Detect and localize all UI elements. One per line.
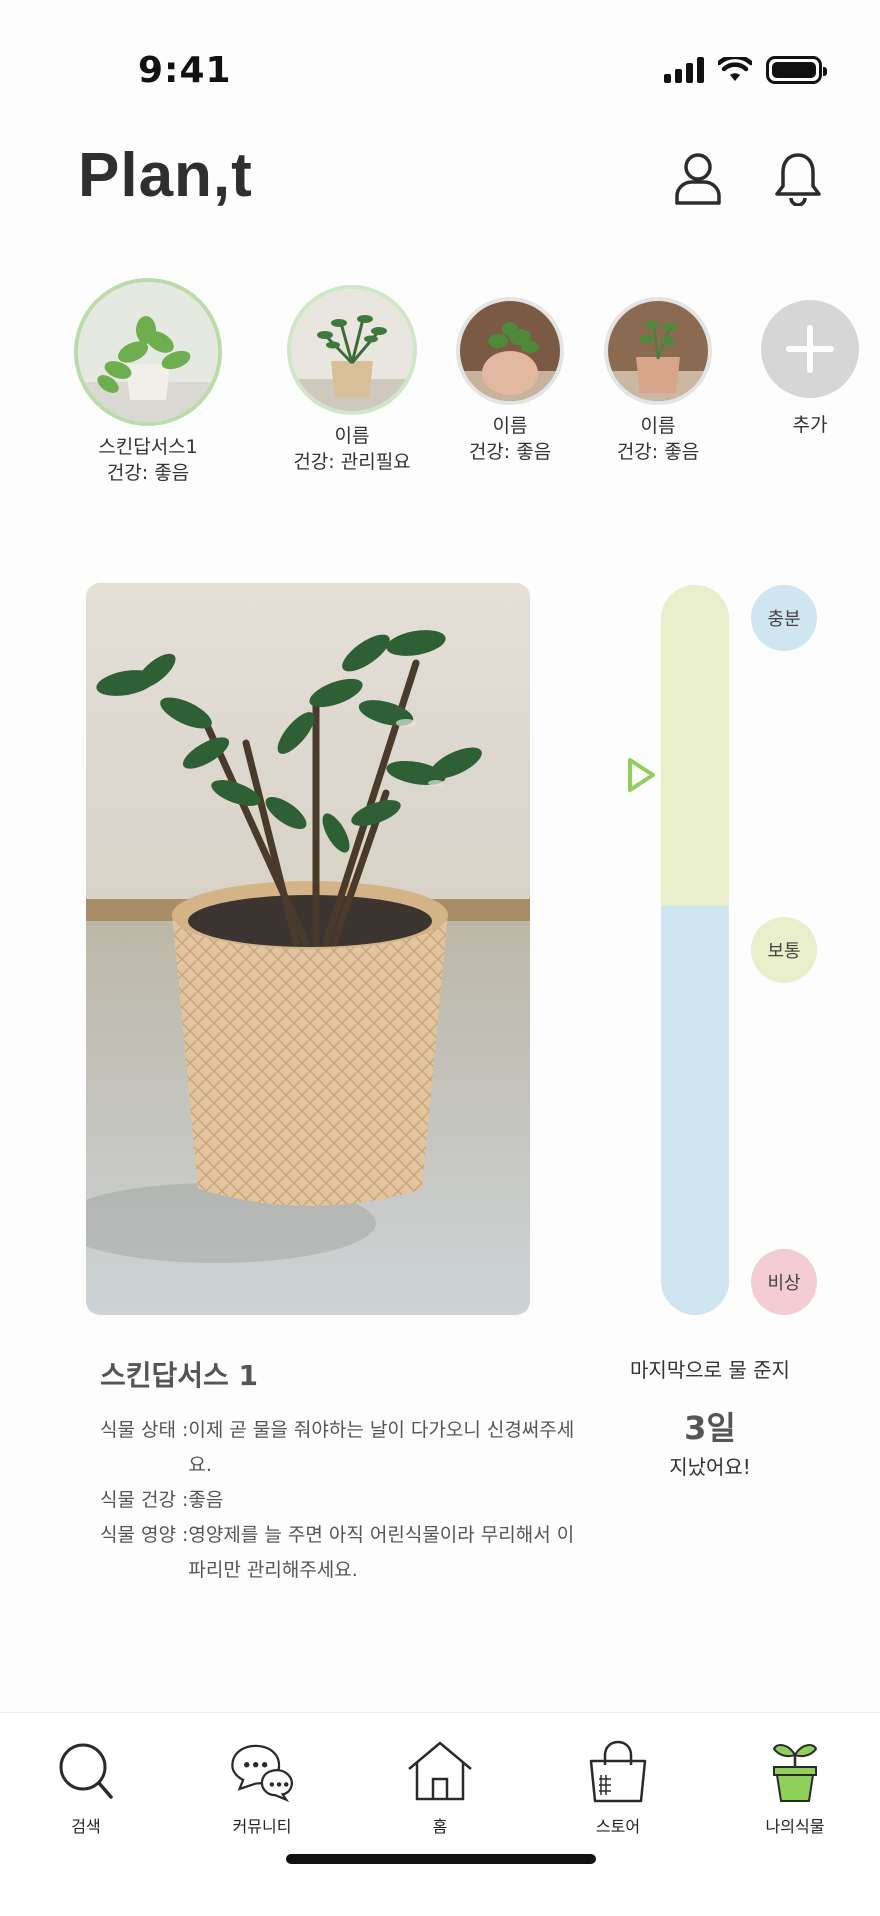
info-row-status: 식물 상태 : 이제 곧 물을 줘야하는 날이 다가오니 신경써주세요. xyxy=(100,1413,590,1483)
nav-label: 홈 xyxy=(432,1817,448,1836)
nav-home[interactable]: 홈 xyxy=(380,1739,500,1837)
plant-avatar xyxy=(604,297,712,405)
nav-label: 커뮤니티 xyxy=(232,1817,292,1836)
app-title: Plan,t xyxy=(78,141,253,210)
cellular-signal-icon xyxy=(664,57,704,83)
profile-icon[interactable] xyxy=(672,150,724,206)
plant-avatar xyxy=(287,285,417,415)
bottom-nav: 검색 커뮤니티 홈 스토어 나의식물 xyxy=(0,1712,880,1916)
plant-avatar xyxy=(74,278,222,426)
plant-name: 이름 xyxy=(492,415,528,437)
last-watered: 마지막으로 물 준지 3일 지났어요! xyxy=(600,1354,820,1480)
gauge-fill xyxy=(661,585,729,906)
add-plant-button[interactable]: 추가 xyxy=(750,300,870,438)
gauge-label-high: 충분 xyxy=(751,585,817,651)
nav-my-plants[interactable]: 나의식물 xyxy=(735,1739,855,1837)
plant-item[interactable]: 스킨답서스1 건강: 좋음 xyxy=(68,278,228,486)
info-key: 식물 상태 : xyxy=(100,1419,189,1441)
chat-icon xyxy=(231,1744,293,1803)
battery-icon xyxy=(766,56,827,84)
plant-name: 이름 xyxy=(640,415,676,437)
info-key: 식물 영양 : xyxy=(100,1524,189,1546)
home-indicator xyxy=(286,1854,596,1864)
bell-icon[interactable] xyxy=(772,150,824,206)
plant-name: 스킨답서스1 xyxy=(98,436,198,458)
nav-label: 스토어 xyxy=(595,1817,641,1836)
gauge-pointer-icon xyxy=(628,758,655,792)
nav-label: 검색 xyxy=(71,1817,101,1836)
last-watered-suffix: 지났어요! xyxy=(669,1455,751,1479)
plant-health: 건강: 좋음 xyxy=(468,441,552,463)
plant-health: 건강: 좋음 xyxy=(616,441,700,463)
store-bag-icon xyxy=(589,1740,647,1803)
plant-photo xyxy=(86,583,530,1315)
status-icons xyxy=(664,56,827,84)
last-watered-label: 마지막으로 물 준지 xyxy=(630,1358,790,1382)
gauge-label-mid: 보통 xyxy=(751,917,817,983)
status-time: 9:41 xyxy=(138,50,232,91)
plant-list: 스킨답서스1 건강: 좋음 이름 건강: 관리필요 이름 건강: 좋음 이름 건… xyxy=(0,270,880,510)
info-key: 식물 건강 : xyxy=(100,1489,189,1511)
info-row-health: 식물 건강 : 좋음 xyxy=(100,1483,590,1518)
plant-item[interactable]: 이름 건강: 관리필요 xyxy=(272,285,432,475)
water-gauge xyxy=(661,585,729,1315)
plant-detail-name: 스킨답서스 1 xyxy=(100,1359,259,1392)
info-value: 이제 곧 물을 줘야하는 날이 다가오니 신경써주세요. xyxy=(188,1419,575,1476)
plant-health: 건강: 관리필요 xyxy=(293,451,411,473)
home-icon xyxy=(408,1741,472,1801)
gauge-label-low: 비상 xyxy=(751,1249,817,1315)
status-bar: 9:41 xyxy=(0,0,880,150)
info-value: 좋음 xyxy=(188,1489,224,1511)
plant-item[interactable]: 이름 건강: 좋음 xyxy=(440,297,580,465)
info-row-nutrition: 식물 영양 : 영양제를 늘 주면 아직 어린식물이라 무리해서 이파리만 관리… xyxy=(100,1518,590,1588)
sprout-pot-icon xyxy=(772,1744,818,1802)
info-value: 영양제를 늘 주면 아직 어린식물이라 무리해서 이파리만 관리해주세요. xyxy=(188,1524,575,1581)
nav-community[interactable]: 커뮤니티 xyxy=(202,1739,322,1837)
search-icon xyxy=(59,1743,113,1799)
add-plant-label: 추가 xyxy=(792,414,828,436)
last-watered-days: 3일 xyxy=(684,1409,736,1447)
plant-name: 이름 xyxy=(334,425,370,447)
nav-search[interactable]: 검색 xyxy=(26,1739,146,1837)
plant-health: 건강: 좋음 xyxy=(106,462,190,484)
plant-avatar xyxy=(456,297,564,405)
wifi-icon xyxy=(718,57,752,81)
plant-info: 식물 상태 : 이제 곧 물을 줘야하는 날이 다가오니 신경써주세요. 식물 … xyxy=(100,1413,590,1588)
plus-icon xyxy=(761,300,859,398)
nav-label: 나의식물 xyxy=(765,1817,825,1836)
nav-store[interactable]: 스토어 xyxy=(558,1739,678,1837)
plant-item[interactable]: 이름 건강: 좋음 xyxy=(588,297,728,465)
